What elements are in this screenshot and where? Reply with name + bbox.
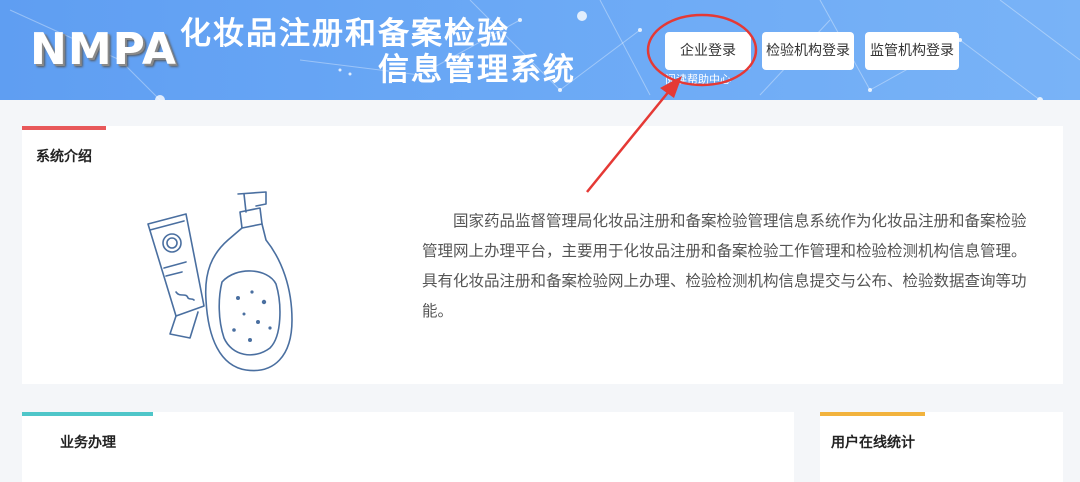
help-center-link[interactable]: 阅读帮助中心 xyxy=(665,71,731,87)
business-card: 业务办理 xyxy=(22,412,794,482)
header-banner: NMPA 化妆品注册和备案检验 信息管理系统 企业登录 检验机构登录 监管机构登… xyxy=(0,0,1080,100)
online-stats-title: 用户在线统计 xyxy=(831,435,915,451)
online-stats-card: 用户在线统计 xyxy=(820,412,1063,482)
system-title-line2: 信息管理系统 xyxy=(378,52,576,88)
intro-accent-bar xyxy=(22,126,106,130)
enterprise-login-button[interactable]: 企业登录 xyxy=(665,32,751,70)
intro-description: 国家药品监督管理局化妆品注册和备案检验管理信息系统作为化妆品注册和备案检验管理网… xyxy=(422,212,1027,320)
business-title: 业务办理 xyxy=(60,435,116,451)
business-accent-bar xyxy=(22,412,153,416)
cosmetics-illustration xyxy=(147,191,293,372)
nmpa-logo: NMPA xyxy=(30,24,177,75)
online-stats-accent-bar xyxy=(820,412,925,416)
institution-login-button[interactable]: 检验机构登录 xyxy=(762,32,854,70)
regulator-login-button[interactable]: 监管机构登录 xyxy=(865,32,959,70)
intro-title: 系统介绍 xyxy=(36,149,92,165)
system-intro-card: 系统介绍 国家药品监督管理局化妆品注册和备案检验管理信息系统作为化妆品注册和备案… xyxy=(22,126,1063,384)
